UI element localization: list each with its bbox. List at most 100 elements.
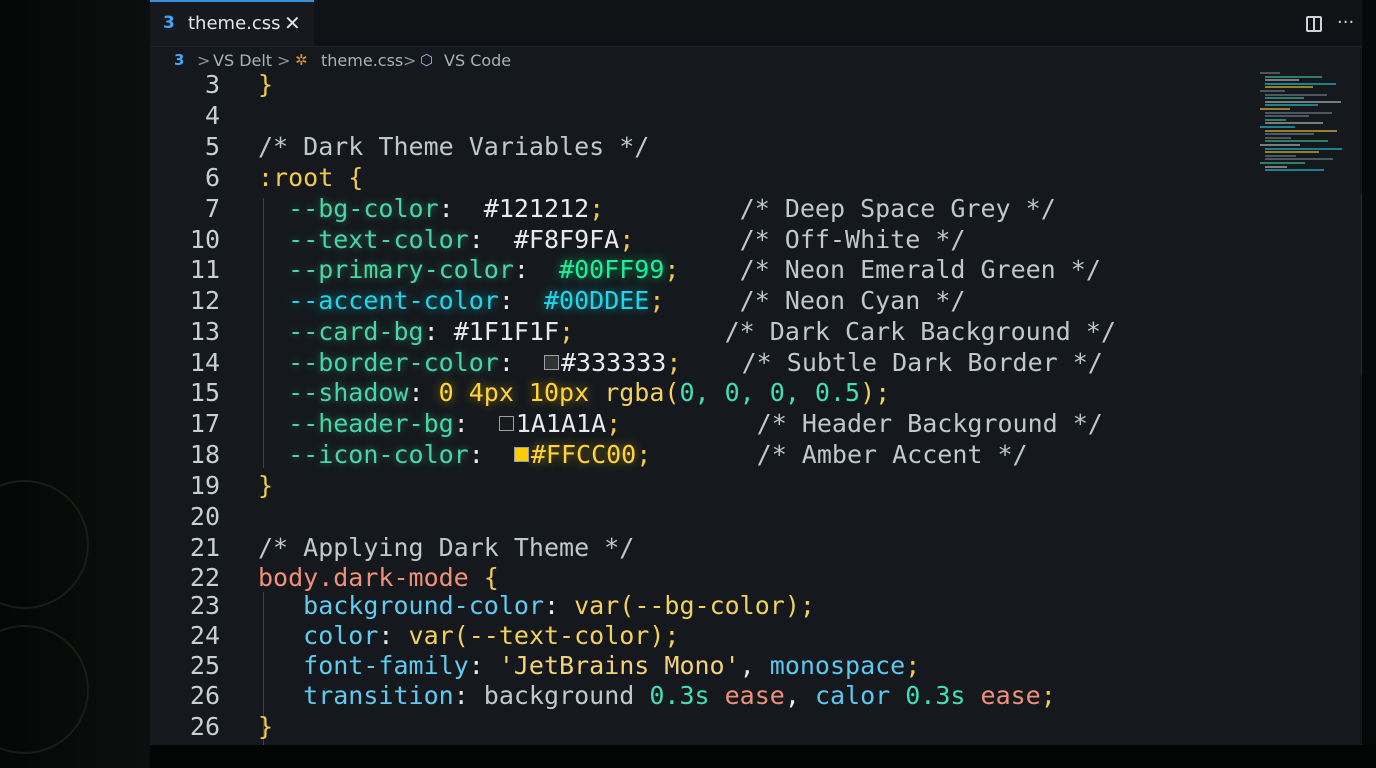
code-token: var(--text-color); xyxy=(408,621,680,650)
code-token: #FFCC00 xyxy=(530,440,637,469)
code-token: } xyxy=(258,70,274,99)
code-text: --card-bg: #1F1F1F; /* Dark Cark Backgro… xyxy=(258,317,1116,346)
color-swatch[interactable] xyxy=(498,416,514,431)
minimap-line xyxy=(1265,79,1299,82)
line-number: 21 xyxy=(189,533,220,562)
code-token: var( xyxy=(574,591,635,620)
monitor-bezel-bottom xyxy=(150,745,1376,768)
code-token: { xyxy=(483,563,499,592)
breadcrumb-item-file[interactable]: theme.css xyxy=(321,51,403,70)
minimap[interactable] xyxy=(1260,72,1350,182)
line-number: 25 xyxy=(189,651,220,680)
code-token: ; xyxy=(666,348,682,377)
code-token: --icon-color xyxy=(258,440,469,469)
minimap-line xyxy=(1265,133,1314,136)
close-icon[interactable]: ✕ xyxy=(284,11,301,35)
minimap-line xyxy=(1265,82,1336,85)
code-token: ; xyxy=(636,440,652,469)
color-swatch[interactable] xyxy=(513,447,529,462)
minimap-line xyxy=(1265,97,1304,100)
code-token: ; xyxy=(664,255,680,284)
code-token: 'JetBrains Mono' xyxy=(498,651,740,680)
minimap-line xyxy=(1265,151,1319,154)
code-token: --header-bg xyxy=(258,409,454,438)
line-number: 24 xyxy=(189,621,220,650)
code-token: : xyxy=(498,348,544,377)
line-number: 12 xyxy=(189,286,220,315)
code-token: : xyxy=(468,225,514,254)
code-token: body.dark-mode xyxy=(258,563,484,592)
line-number: 19 xyxy=(189,471,220,500)
code-token: /* Dark Theme Variables */ xyxy=(258,132,650,161)
minimap-line xyxy=(1260,144,1300,146)
code-token: calor xyxy=(814,681,906,710)
code-token: : xyxy=(423,317,454,346)
minimap-line xyxy=(1265,93,1327,96)
code-token: , xyxy=(739,651,770,680)
tab-theme-css[interactable]: 3 theme.css ✕ xyxy=(150,0,314,46)
code-token: : xyxy=(453,409,499,438)
code-token: #F8F9FA xyxy=(513,225,620,254)
code-token: } xyxy=(258,712,274,741)
code-token: 0, 0, 0, 0.5 xyxy=(679,378,861,407)
line-number: 11 xyxy=(189,255,220,284)
line-number: 5 xyxy=(204,132,220,161)
monitor-bezel-left xyxy=(0,0,150,768)
minimap-line xyxy=(1265,154,1296,157)
minimap-line xyxy=(1265,111,1332,114)
css-file-icon: ✲ xyxy=(295,51,308,69)
code-text: } xyxy=(258,70,273,99)
code-text: --shadow: 0 4px 10px rgba(0, 0, 0, 0.5); xyxy=(258,378,890,407)
minimap-line xyxy=(1260,72,1280,74)
minimap-line xyxy=(1265,129,1337,132)
color-swatch[interactable] xyxy=(543,355,559,370)
code-token: ; xyxy=(559,317,575,346)
code-token: /* Amber Accent */ xyxy=(651,440,1028,469)
breadcrumb-separator: > xyxy=(197,51,211,70)
code-token: --text-color xyxy=(258,225,469,254)
minimap-line xyxy=(1265,115,1309,118)
css3-icon: 3 xyxy=(163,13,175,33)
code-token: ease xyxy=(724,681,785,710)
breadcrumb-item-symbol[interactable]: VS Code xyxy=(444,51,511,70)
speaker-ring-bottom xyxy=(0,625,89,754)
breadcrumb-item-folder[interactable]: VS Delt xyxy=(213,51,272,70)
tab-label: theme.css xyxy=(188,13,281,34)
code-text: background-color: var(--bg-color); xyxy=(258,591,815,620)
minimap-line xyxy=(1265,118,1286,121)
minimap-line xyxy=(1260,162,1305,164)
line-number: 10 xyxy=(189,225,220,254)
minimap-line xyxy=(1265,136,1291,139)
code-token: font-family xyxy=(258,651,469,680)
minimap-line xyxy=(1265,169,1324,172)
code-text: :root { xyxy=(258,163,363,192)
code-editor[interactable]: 3} 4 5/* Dark Theme Variables */6:root {7 … xyxy=(150,70,1250,746)
split-editor-icon[interactable] xyxy=(1306,16,1322,32)
code-text: --border-color: #333333; /* Subtle Dark … xyxy=(258,348,1103,377)
breadcrumb-separator: > xyxy=(277,51,291,70)
code-text: transition: background 0.3s ease, calor … xyxy=(258,681,1056,710)
code-token: /* Subtle Dark Border */ xyxy=(681,348,1103,377)
css3-icon: 3 xyxy=(174,51,185,69)
code-token: ; xyxy=(589,194,605,223)
code-text: color: var(--text-color); xyxy=(258,621,679,650)
code-token: , xyxy=(784,681,815,710)
code-token: :root { xyxy=(258,163,364,192)
code-token: #00DDEE xyxy=(543,286,650,315)
line-number: 22 xyxy=(189,563,220,592)
line-number: 4 xyxy=(204,101,220,130)
more-actions-icon[interactable]: ··· xyxy=(1337,12,1354,33)
minimap-line xyxy=(1265,100,1341,103)
code-token: /* Dark Cark Background */ xyxy=(574,317,1116,346)
code-text: body.dark-mode { xyxy=(258,563,499,592)
vertical-scrollbar[interactable] xyxy=(1361,195,1362,375)
code-text: --bg-color: #121212; /* Deep Space Grey … xyxy=(258,194,1056,223)
code-token: background-color xyxy=(258,591,544,620)
minimap-line xyxy=(1265,86,1313,89)
line-number: 14 xyxy=(189,348,220,377)
code-token: #121212 xyxy=(483,194,590,223)
code-token: 0.3s xyxy=(649,681,725,710)
code-token: --border-color xyxy=(258,348,499,377)
code-token: } xyxy=(258,471,274,500)
code-token: #00FF99 xyxy=(559,255,665,284)
